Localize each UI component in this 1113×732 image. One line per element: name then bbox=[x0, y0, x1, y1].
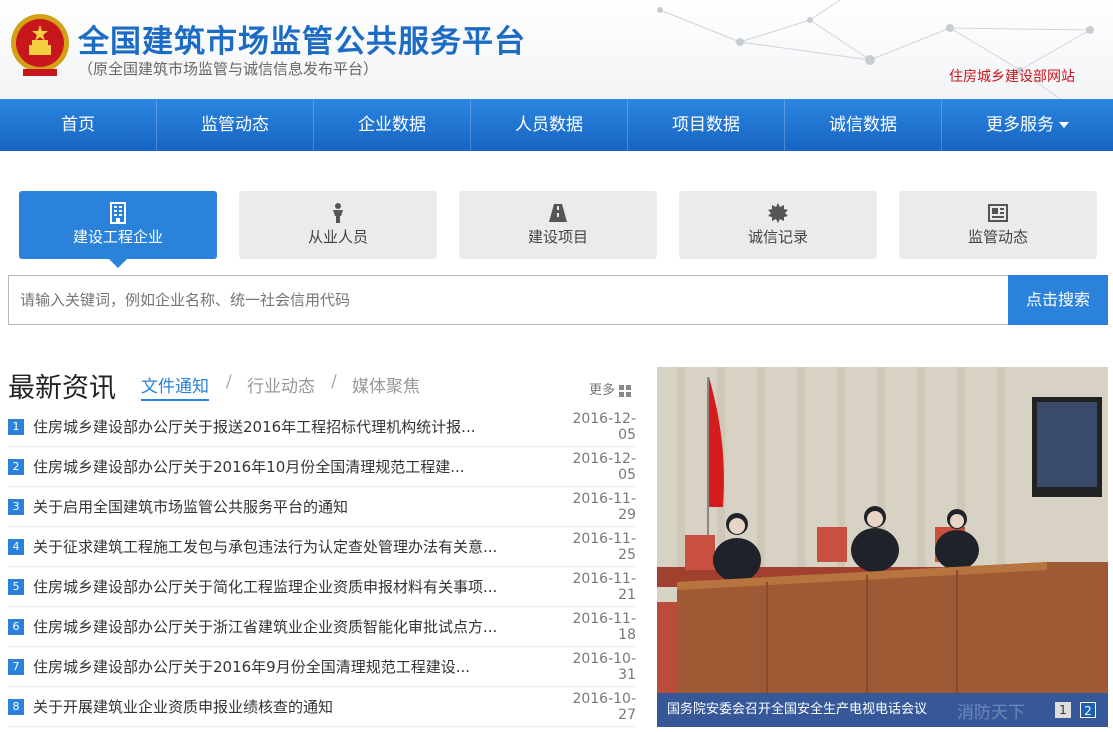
category-label: 建设项目 bbox=[527, 228, 588, 246]
news-number-badge: 6 bbox=[8, 618, 24, 635]
category-label: 从业人员 bbox=[307, 228, 368, 246]
category-tab-personnel[interactable]: 从业人员 bbox=[239, 191, 437, 259]
news-title-link[interactable]: 关于征求建筑工程施工发包与承包违法行为认定查处管理办法有关意... bbox=[33, 536, 556, 557]
news-list: 1 住房城乡建设部办公厅关于报送2016年工程招标代理机构统计报... 2016-1… bbox=[8, 407, 636, 727]
news-date: 2016-11-29 bbox=[572, 490, 636, 523]
nav-item-home[interactable]: 首页 bbox=[0, 99, 157, 151]
news-title-link[interactable]: 关于开展建筑业企业资质申报业绩核查的通知 bbox=[33, 696, 556, 717]
news-item[interactable]: 3 关于启用全国建筑市场监管公共服务平台的通知 2016-11-29 bbox=[8, 487, 636, 527]
newspaper-icon bbox=[988, 204, 1008, 222]
tab-media-focus[interactable]: 媒体聚焦 bbox=[352, 372, 420, 397]
site-subtitle: （原全国建筑市场监管与诚信信息发布平台） bbox=[78, 60, 379, 78]
news-more-link[interactable]: 更多 bbox=[589, 379, 632, 398]
mohurd-website-link[interactable]: 住房城乡建设部网站 bbox=[949, 66, 1075, 86]
watermark: 消防天下 bbox=[957, 703, 1025, 723]
news-title-link[interactable]: 关于启用全国建筑市场监管公共服务平台的通知 bbox=[33, 496, 556, 517]
tab-divider: / bbox=[226, 372, 232, 392]
news-date: 2016-10-31 bbox=[572, 650, 636, 683]
news-number-badge: 2 bbox=[8, 458, 24, 475]
news-title-link[interactable]: 住房城乡建设部办公厅关于简化工程监理企业资质申报材料有关事项... bbox=[33, 576, 556, 597]
category-label: 建设工程企业 bbox=[72, 228, 163, 246]
category-label: 监管动态 bbox=[967, 228, 1028, 246]
news-photo-carousel[interactable]: 国务院安委会召开全国安全生产电视电话会议 消防天下 1 2 bbox=[657, 367, 1108, 727]
person-icon bbox=[333, 203, 343, 223]
news-date: 2016-11-18 bbox=[572, 610, 636, 643]
conference-photo bbox=[657, 367, 1108, 727]
more-services-label: 更多服务 bbox=[986, 115, 1054, 135]
nav-item-enterprise-data[interactable]: 企业数据 bbox=[314, 99, 471, 151]
news-item[interactable]: 2 住房城乡建设部办公厅关于2016年10月份全国清理规范工程建... 2016-1… bbox=[8, 447, 636, 487]
gear-badge-icon bbox=[768, 203, 788, 223]
news-item[interactable]: 4 关于征求建筑工程施工发包与承包违法行为认定查处管理办法有关意... 2016-1… bbox=[8, 527, 636, 567]
nav-item-more-services[interactable]: 更多服务 bbox=[942, 99, 1113, 151]
national-emblem-icon bbox=[11, 14, 69, 76]
caption-text: 国务院安委会召开全国安全生产电视电话会议 bbox=[667, 702, 928, 717]
news-number-badge: 3 bbox=[8, 498, 24, 515]
main-nav: 首页 监管动态 企业数据 人员数据 项目数据 诚信数据 更多服务 bbox=[0, 99, 1113, 151]
road-icon bbox=[549, 204, 567, 222]
more-label: 更多 bbox=[589, 383, 616, 398]
caret-down-icon bbox=[1059, 122, 1069, 128]
nav-item-credit-data[interactable]: 诚信数据 bbox=[785, 99, 942, 151]
news-title-link[interactable]: 住房城乡建设部办公厅关于报送2016年工程招标代理机构统计报... bbox=[33, 416, 556, 437]
category-tab-projects[interactable]: 建设项目 bbox=[459, 191, 657, 259]
site-header: 全国建筑市场监管公共服务平台 （原全国建筑市场监管与诚信信息发布平台） 住房城乡… bbox=[0, 0, 1113, 99]
nav-item-supervision-news[interactable]: 监管动态 bbox=[157, 99, 314, 151]
news-date: 2016-12-05 bbox=[572, 450, 636, 483]
news-number-badge: 5 bbox=[8, 578, 24, 595]
news-date: 2016-11-21 bbox=[572, 570, 636, 603]
category-tab-enterprise[interactable]: 建设工程企业 bbox=[19, 191, 217, 268]
photo-caption[interactable]: 国务院安委会召开全国安全生产电视电话会议 bbox=[657, 693, 1108, 727]
category-tab-supervision[interactable]: 监管动态 bbox=[899, 191, 1097, 259]
news-item[interactable]: 7 住房城乡建设部办公厅关于2016年9月份全国清理规范工程建设... 2016-1… bbox=[8, 647, 636, 687]
news-title-link[interactable]: 住房城乡建设部办公厅关于2016年9月份全国清理规范工程建设... bbox=[33, 656, 556, 677]
nav-item-project-data[interactable]: 项目数据 bbox=[628, 99, 785, 151]
news-item[interactable]: 8 关于开展建筑业企业资质申报业绩核查的通知 2016-10-27 bbox=[8, 687, 636, 727]
category-label: 诚信记录 bbox=[747, 228, 808, 246]
news-title-link[interactable]: 住房城乡建设部办公厅关于浙江省建筑业企业资质智能化审批试点方... bbox=[33, 616, 556, 637]
tab-file-notices[interactable]: 文件通知 bbox=[141, 372, 209, 401]
grid-icon bbox=[619, 384, 632, 397]
news-date: 2016-12-05 bbox=[572, 410, 636, 443]
nav-item-personnel-data[interactable]: 人员数据 bbox=[471, 99, 628, 151]
news-item[interactable]: 5 住房城乡建设部办公厅关于简化工程监理企业资质申报材料有关事项... 2016-1… bbox=[8, 567, 636, 607]
site-title: 全国建筑市场监管公共服务平台 bbox=[78, 24, 526, 60]
carousel-page-2[interactable]: 2 bbox=[1080, 702, 1096, 718]
news-item[interactable]: 1 住房城乡建设部办公厅关于报送2016年工程招标代理机构统计报... 2016-1… bbox=[8, 407, 636, 447]
news-date: 2016-10-27 bbox=[572, 690, 636, 723]
category-tab-credit-records[interactable]: 诚信记录 bbox=[679, 191, 877, 259]
search-button[interactable]: 点击搜索 bbox=[1008, 275, 1108, 325]
carousel-page-1[interactable]: 1 bbox=[1055, 702, 1071, 718]
news-number-badge: 7 bbox=[8, 658, 24, 675]
news-title-link[interactable]: 住房城乡建设部办公厅关于2016年10月份全国清理规范工程建... bbox=[33, 456, 556, 477]
search-input[interactable] bbox=[8, 275, 1008, 325]
tab-divider: / bbox=[331, 372, 337, 392]
news-section-title: 最新资讯 bbox=[8, 373, 116, 404]
building-icon bbox=[110, 202, 126, 224]
news-number-badge: 1 bbox=[8, 418, 24, 435]
news-date: 2016-11-25 bbox=[572, 530, 636, 563]
tab-industry-news[interactable]: 行业动态 bbox=[247, 372, 315, 397]
news-number-badge: 4 bbox=[8, 538, 24, 555]
news-number-badge: 8 bbox=[8, 698, 24, 715]
news-item[interactable]: 6 住房城乡建设部办公厅关于浙江省建筑业企业资质智能化审批试点方... 2016-1… bbox=[8, 607, 636, 647]
